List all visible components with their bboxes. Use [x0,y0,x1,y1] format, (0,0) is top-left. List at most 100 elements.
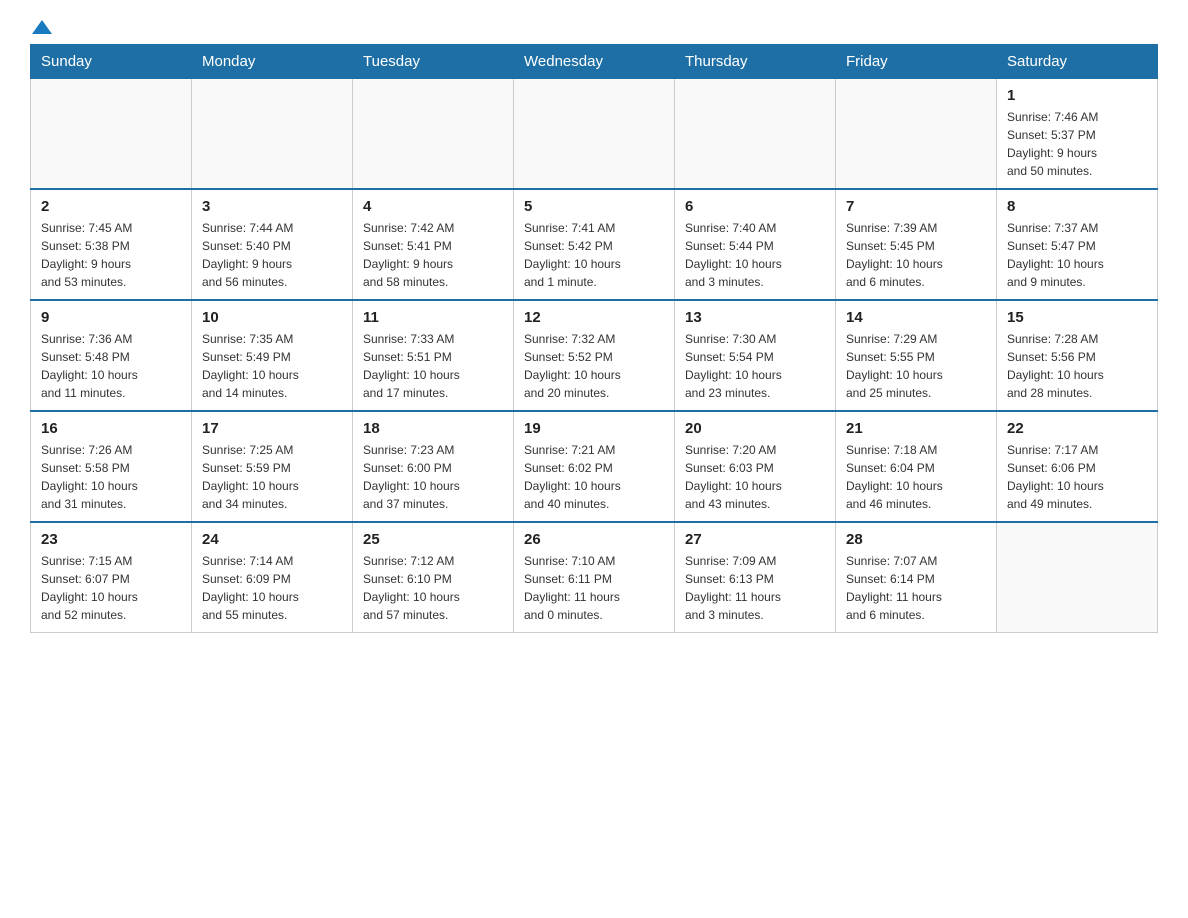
day-info: Sunrise: 7:41 AM Sunset: 5:42 PM Dayligh… [524,219,664,291]
calendar-cell: 9 Sunrise: 7:36 AM Sunset: 5:48 PM Daylig… [31,300,192,411]
day-info: Sunrise: 7:23 AM Sunset: 6:00 PM Dayligh… [363,441,503,513]
logo-triangle-icon [32,20,52,34]
day-info: Sunrise: 7:12 AM Sunset: 6:10 PM Dayligh… [363,552,503,624]
calendar-cell: 23 Sunrise: 7:15 AM Sunset: 6:07 PM Dayli… [31,522,192,633]
weekday-header-saturday: Saturday [997,45,1158,79]
day-info: Sunrise: 7:36 AM Sunset: 5:48 PM Dayligh… [41,330,181,402]
weekday-header-thursday: Thursday [675,45,836,79]
calendar-cell: 24Sunrise: 7:14 AM Sunset: 6:09 PM Dayli… [192,522,353,633]
calendar-cell: 6Sunrise: 7:40 AM Sunset: 5:44 PM Daylig… [675,189,836,300]
day-info: Sunrise: 7:07 AM Sunset: 6:14 PM Dayligh… [846,552,986,624]
day-number: 4 [363,198,503,215]
day-number: 5 [524,198,664,215]
calendar-cell: 14 Sunrise: 7:29 AM Sunset: 5:55 PM Dayli… [836,300,997,411]
calendar-week-row: 1 Sunrise: 7:46 AM Sunset: 5:37 PM Daylig… [31,79,1158,190]
weekday-header-monday: Monday [192,45,353,79]
calendar-cell: 5 Sunrise: 7:41 AM Sunset: 5:42 PM Daylig… [514,189,675,300]
day-number: 27 [685,531,825,548]
day-info: Sunrise: 7:25 AM Sunset: 5:59 PM Dayligh… [202,441,342,513]
page-header [30,20,1158,34]
day-number: 10 [202,309,342,326]
calendar-cell: 26 Sunrise: 7:10 AM Sunset: 6:11 PM Dayli… [514,522,675,633]
day-number: 3 [202,198,342,215]
calendar-cell: 10 Sunrise: 7:35 AM Sunset: 5:49 PM Dayli… [192,300,353,411]
calendar-table: SundayMondayTuesdayWednesdayThursdayFrid… [30,44,1158,633]
day-number: 26 [524,531,664,548]
day-number: 24 [202,531,342,548]
day-number: 1 [1007,87,1147,104]
day-info: Sunrise: 7:21 AM Sunset: 6:02 PM Dayligh… [524,441,664,513]
day-info: Sunrise: 7:37 AM Sunset: 5:47 PM Dayligh… [1007,219,1147,291]
calendar-cell [997,522,1158,633]
calendar-cell: 15 Sunrise: 7:28 AM Sunset: 5:56 PM Dayli… [997,300,1158,411]
calendar-cell: 12 Sunrise: 7:32 AM Sunset: 5:52 PM Dayli… [514,300,675,411]
calendar-cell: 8 Sunrise: 7:37 AM Sunset: 5:47 PM Daylig… [997,189,1158,300]
day-info: Sunrise: 7:29 AM Sunset: 5:55 PM Dayligh… [846,330,986,402]
calendar-cell: 20 Sunrise: 7:20 AM Sunset: 6:03 PM Dayli… [675,411,836,522]
calendar-cell: 1 Sunrise: 7:46 AM Sunset: 5:37 PM Daylig… [997,79,1158,190]
calendar-cell: 11 Sunrise: 7:33 AM Sunset: 5:51 PM Dayli… [353,300,514,411]
day-info: Sunrise: 7:44 AM Sunset: 5:40 PM Dayligh… [202,219,342,291]
day-number: 28 [846,531,986,548]
calendar-cell: 22 Sunrise: 7:17 AM Sunset: 6:06 PM Dayli… [997,411,1158,522]
calendar-cell: 2 Sunrise: 7:45 AM Sunset: 5:38 PM Daylig… [31,189,192,300]
day-number: 22 [1007,420,1147,437]
day-number: 16 [41,420,181,437]
day-number: 9 [41,309,181,326]
day-number: 12 [524,309,664,326]
day-number: 15 [1007,309,1147,326]
day-number: 7 [846,198,986,215]
calendar-cell: 19 Sunrise: 7:21 AM Sunset: 6:02 PM Dayli… [514,411,675,522]
calendar-cell: 7 Sunrise: 7:39 AM Sunset: 5:45 PM Daylig… [836,189,997,300]
calendar-cell [514,79,675,190]
day-info: Sunrise: 7:45 AM Sunset: 5:38 PM Dayligh… [41,219,181,291]
weekday-header-tuesday: Tuesday [353,45,514,79]
day-number: 20 [685,420,825,437]
day-info: Sunrise: 7:28 AM Sunset: 5:56 PM Dayligh… [1007,330,1147,402]
day-number: 11 [363,309,503,326]
day-number: 18 [363,420,503,437]
calendar-cell: 25 Sunrise: 7:12 AM Sunset: 6:10 PM Dayli… [353,522,514,633]
calendar-week-row: 9 Sunrise: 7:36 AM Sunset: 5:48 PM Daylig… [31,300,1158,411]
day-info: Sunrise: 7:15 AM Sunset: 6:07 PM Dayligh… [41,552,181,624]
calendar-cell: 21Sunrise: 7:18 AM Sunset: 6:04 PM Dayli… [836,411,997,522]
calendar-cell [675,79,836,190]
calendar-header-row: SundayMondayTuesdayWednesdayThursdayFrid… [31,45,1158,79]
day-number: 25 [363,531,503,548]
day-number: 17 [202,420,342,437]
weekday-header-wednesday: Wednesday [514,45,675,79]
day-number: 14 [846,309,986,326]
day-number: 2 [41,198,181,215]
calendar-cell: 18 Sunrise: 7:23 AM Sunset: 6:00 PM Dayli… [353,411,514,522]
calendar-cell: 28 Sunrise: 7:07 AM Sunset: 6:14 PM Dayli… [836,522,997,633]
day-info: Sunrise: 7:35 AM Sunset: 5:49 PM Dayligh… [202,330,342,402]
day-info: Sunrise: 7:33 AM Sunset: 5:51 PM Dayligh… [363,330,503,402]
day-number: 13 [685,309,825,326]
logo [30,20,52,34]
day-number: 23 [41,531,181,548]
calendar-week-row: 23 Sunrise: 7:15 AM Sunset: 6:07 PM Dayli… [31,522,1158,633]
day-info: Sunrise: 7:26 AM Sunset: 5:58 PM Dayligh… [41,441,181,513]
day-info: Sunrise: 7:30 AM Sunset: 5:54 PM Dayligh… [685,330,825,402]
weekday-header-sunday: Sunday [31,45,192,79]
day-info: Sunrise: 7:32 AM Sunset: 5:52 PM Dayligh… [524,330,664,402]
calendar-cell: 27 Sunrise: 7:09 AM Sunset: 6:13 PM Dayli… [675,522,836,633]
calendar-week-row: 2 Sunrise: 7:45 AM Sunset: 5:38 PM Daylig… [31,189,1158,300]
calendar-cell [192,79,353,190]
day-info: Sunrise: 7:09 AM Sunset: 6:13 PM Dayligh… [685,552,825,624]
day-number: 21 [846,420,986,437]
day-info: Sunrise: 7:39 AM Sunset: 5:45 PM Dayligh… [846,219,986,291]
day-info: Sunrise: 7:20 AM Sunset: 6:03 PM Dayligh… [685,441,825,513]
day-info: Sunrise: 7:46 AM Sunset: 5:37 PM Dayligh… [1007,108,1147,180]
calendar-cell [836,79,997,190]
day-info: Sunrise: 7:17 AM Sunset: 6:06 PM Dayligh… [1007,441,1147,513]
calendar-week-row: 16 Sunrise: 7:26 AM Sunset: 5:58 PM Dayli… [31,411,1158,522]
calendar-cell [31,79,192,190]
calendar-cell: 13 Sunrise: 7:30 AM Sunset: 5:54 PM Dayli… [675,300,836,411]
day-info: Sunrise: 7:10 AM Sunset: 6:11 PM Dayligh… [524,552,664,624]
weekday-header-friday: Friday [836,45,997,79]
day-number: 8 [1007,198,1147,215]
day-number: 19 [524,420,664,437]
day-info: Sunrise: 7:42 AM Sunset: 5:41 PM Dayligh… [363,219,503,291]
calendar-cell: 3 Sunrise: 7:44 AM Sunset: 5:40 PM Daylig… [192,189,353,300]
